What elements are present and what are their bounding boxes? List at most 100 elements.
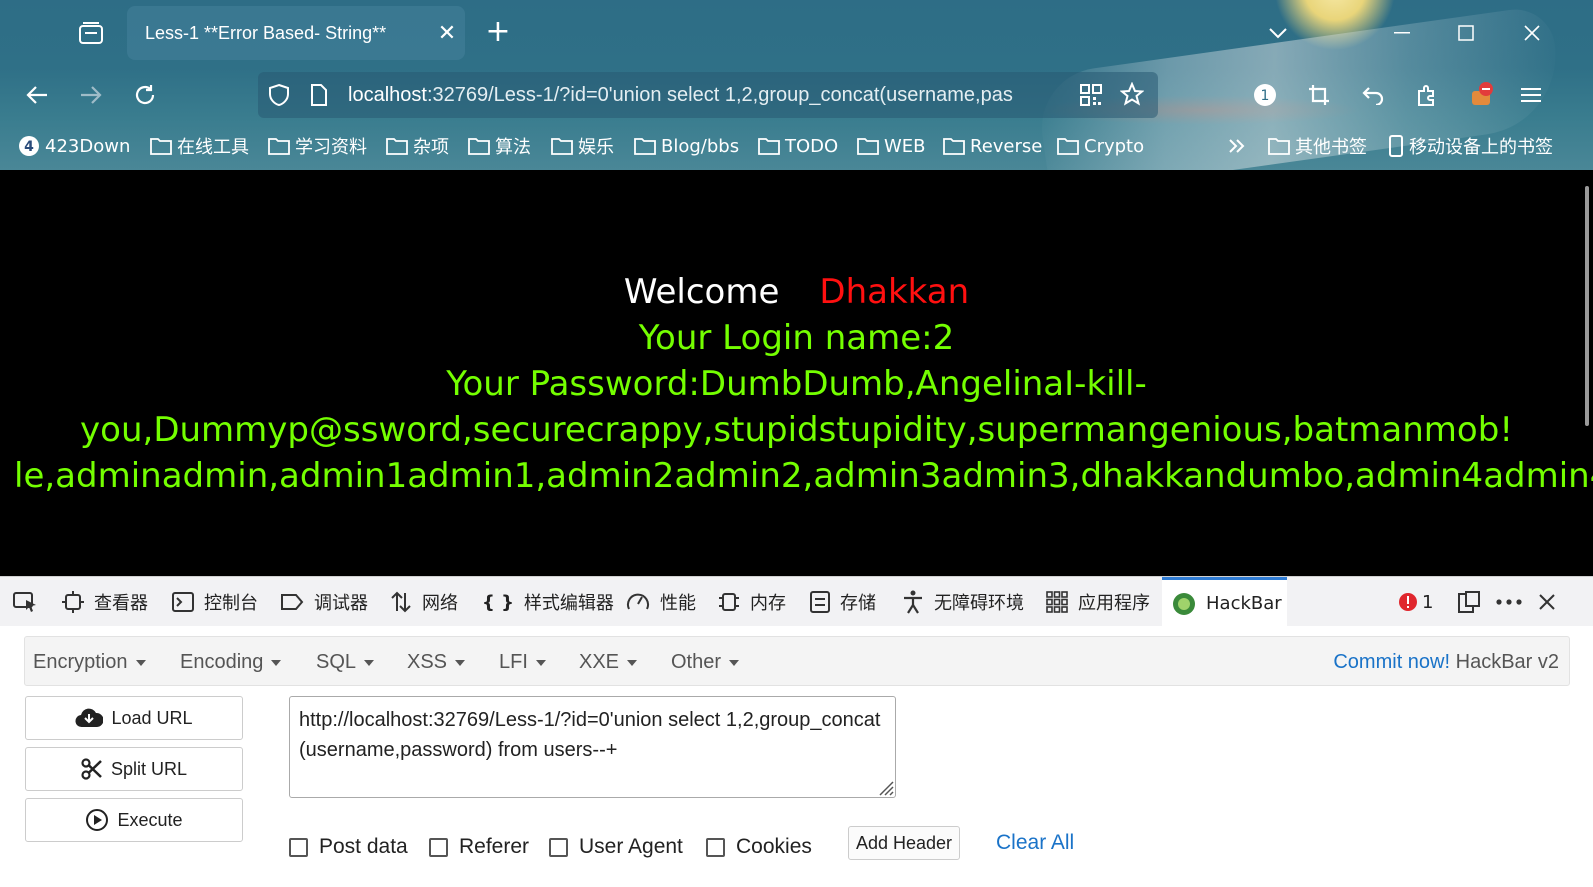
tab-memory[interactable]: 内存 [718, 577, 786, 627]
commit-now-link[interactable]: Commit now! [1333, 651, 1450, 673]
bookmark-folder[interactable]: 学习资料 [268, 132, 367, 160]
bookmark-star-icon[interactable] [1120, 82, 1144, 106]
extensions-button[interactable] [1408, 76, 1446, 114]
other-bookmarks-folder[interactable]: 其他书签 [1268, 132, 1367, 160]
add-header-button[interactable]: Add Header [848, 826, 960, 860]
menu-xxe[interactable]: XXE [579, 637, 638, 687]
dock-toggle-button[interactable] [1458, 577, 1480, 627]
minimize-icon [1394, 32, 1410, 34]
error-counter[interactable]: 1 [1398, 577, 1433, 627]
address-bar[interactable]: localhost:32769/Less-1/?id=0'union selec… [258, 72, 1158, 118]
bookmark-folder[interactable]: 在线工具 [150, 132, 249, 160]
tab-console[interactable]: 控制台 [172, 577, 258, 627]
memory-icon [719, 593, 739, 611]
checkbox-label: User Agent [579, 835, 683, 858]
bookmark-folder[interactable]: 算法 [468, 132, 531, 160]
tab-style-editor[interactable]: { } 样式编辑器 [482, 577, 614, 627]
checkbox-box[interactable] [549, 837, 568, 857]
tab-application[interactable]: 应用程序 [1046, 577, 1150, 627]
extension-badge-button[interactable]: 1 [1246, 76, 1284, 114]
menu-other[interactable]: Other [671, 637, 740, 687]
menu-encryption[interactable]: Encryption [33, 637, 146, 687]
split-url-button[interactable]: Split URL [25, 747, 243, 791]
list-all-tabs-button[interactable] [1258, 14, 1298, 52]
checkbox-box[interactable] [289, 837, 308, 857]
url-textarea[interactable]: http://localhost:32769/Less-1/?id=0'unio… [289, 696, 896, 798]
forward-arrow-icon [81, 86, 102, 104]
clear-all-link[interactable]: Clear All [996, 828, 1074, 858]
checkbox-label: Referer [459, 835, 530, 858]
crop-extension-button[interactable] [1300, 76, 1338, 114]
page-icon [311, 84, 327, 106]
console-icon [172, 592, 194, 612]
hackbar-commit: Commit now! HackBar v2 [1333, 637, 1559, 687]
tab-title: Less-1 **Error Based- String** [145, 22, 387, 43]
menu-lfi[interactable]: LFI [499, 637, 546, 687]
bookmark-folder[interactable]: TODO [758, 132, 838, 160]
bookmarks-overflow-button[interactable] [1228, 132, 1251, 160]
devtools-close-button[interactable] [1538, 577, 1556, 627]
menu-sql[interactable]: SQL [316, 637, 375, 687]
checkbox-box[interactable] [429, 837, 448, 857]
tab-active[interactable]: Less-1 **Error Based- String** ✕ [127, 6, 465, 60]
menu-button[interactable] [1512, 76, 1550, 114]
close-window-button[interactable] [1512, 14, 1552, 52]
bookmark-folder[interactable]: Crypto [1057, 132, 1144, 160]
tab-accessibility[interactable]: 无障碍环境 [902, 577, 1024, 627]
resize-grip-icon[interactable] [876, 778, 894, 796]
checkbox-box[interactable] [706, 837, 725, 857]
tab-label: HackBar [1206, 593, 1282, 614]
element-picker-button[interactable] [12, 577, 48, 627]
tab-close-icon[interactable]: ✕ [429, 20, 465, 46]
checkbox-label: Post data [319, 835, 408, 858]
load-url-button[interactable]: Load URL [25, 696, 243, 740]
reload-button[interactable] [126, 76, 164, 114]
crop-icon [1309, 85, 1329, 105]
more-options-icon [1496, 599, 1522, 605]
mobile-bookmarks-folder[interactable]: 移动设备上的书签 [1388, 132, 1553, 160]
bookmark-folder[interactable]: 娱乐 [551, 132, 614, 160]
url-host: localhost [348, 84, 427, 106]
maximize-button[interactable] [1446, 14, 1486, 52]
bookmark-folder[interactable]: WEB [857, 132, 926, 160]
close-icon [1524, 25, 1540, 41]
forward-button[interactable] [72, 76, 110, 114]
tab-performance[interactable]: 性能 [626, 577, 696, 627]
post-data-checkbox[interactable]: Post data [289, 832, 408, 862]
referer-checkbox[interactable]: Referer [429, 832, 529, 862]
new-tab-button[interactable]: + [480, 14, 516, 52]
tab-debugger[interactable]: 调试器 [280, 577, 368, 627]
cookies-checkbox[interactable]: Cookies [706, 832, 812, 862]
page-scrollbar[interactable] [1585, 186, 1589, 426]
bookmark-folder[interactable]: Reverse [943, 132, 1042, 160]
hackbar-panel: Encryption Encoding SQL XSS LFI XXE Othe… [0, 626, 1593, 887]
menu-xss[interactable]: XSS [407, 637, 466, 687]
undo-extension-button[interactable] [1354, 76, 1392, 114]
tab-storage[interactable]: 存储 [810, 577, 876, 627]
url-text[interactable]: localhost:32769/Less-1/?id=0'union selec… [348, 72, 1078, 118]
bookmark-folder[interactable]: 杂项 [386, 132, 449, 160]
bookmark-label: 学习资料 [295, 137, 367, 158]
tab-hackbar[interactable]: HackBar [1162, 577, 1287, 627]
execute-button[interactable]: Execute [25, 798, 243, 842]
tab-list-button[interactable] [72, 14, 110, 52]
bookmark-item[interactable]: 4 423Down [18, 132, 130, 160]
button-label: Execute [117, 809, 183, 830]
blocker-extension-button[interactable] [1462, 76, 1500, 114]
minimize-button[interactable] [1382, 14, 1422, 52]
reload-icon [135, 85, 155, 105]
tab-inspector[interactable]: 查看器 [62, 577, 148, 627]
user-agent-checkbox[interactable]: User Agent [549, 832, 683, 862]
caret-down-icon [535, 659, 546, 666]
bookmark-folder[interactable]: Blog/bbs [634, 132, 739, 160]
folder-icon [634, 138, 656, 155]
tab-network[interactable]: 网络 [390, 577, 458, 627]
menu-label: SQL [316, 651, 357, 673]
menu-encoding[interactable]: Encoding [180, 637, 282, 687]
qr-code-icon[interactable] [1080, 84, 1102, 106]
button-label: Split URL [110, 758, 188, 779]
hackbar-version: HackBar v2 [1455, 651, 1559, 673]
back-button[interactable] [18, 76, 56, 114]
tab-label: 查看器 [94, 593, 148, 614]
devtools-more-button[interactable] [1496, 577, 1522, 627]
